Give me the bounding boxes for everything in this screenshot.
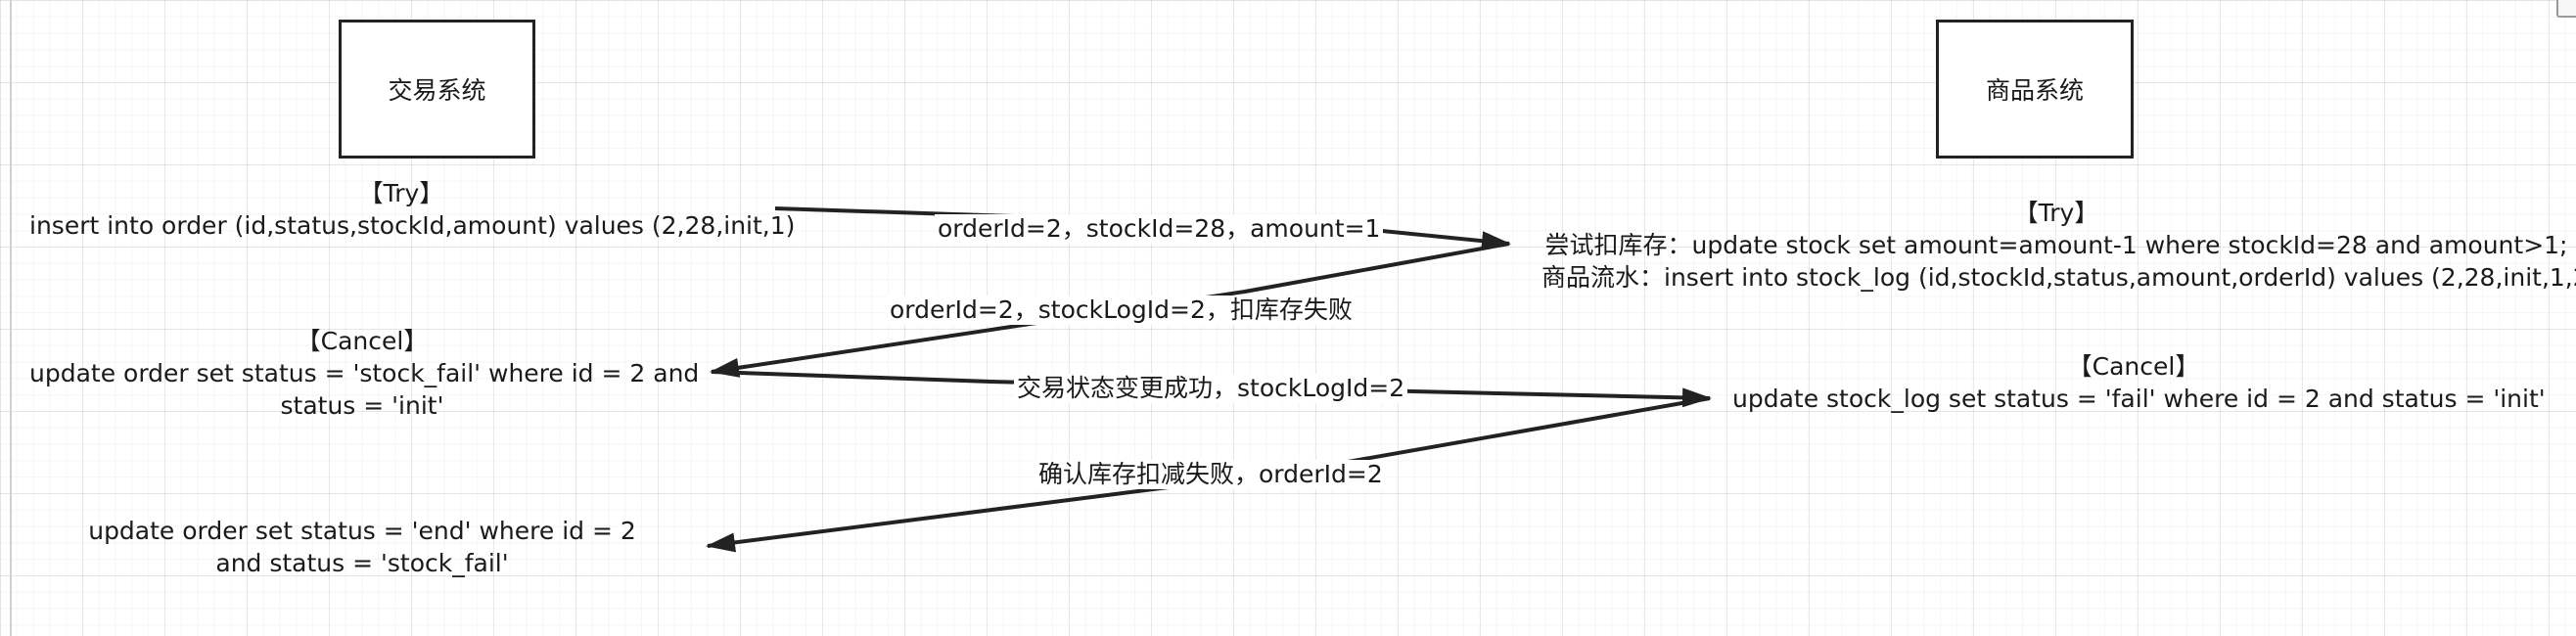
message-label-cancel-notify: 交易状态变更成功，stockLogId=2 bbox=[1014, 374, 1408, 403]
product-try-tag: 【Try】 bbox=[2013, 199, 2099, 227]
message-label-stock-fail: orderId=2，stockLogId=2，扣库存失败 bbox=[887, 295, 1356, 325]
product-try-stock-sql: 尝试扣库存：update stock set amount=amount-1 w… bbox=[1544, 231, 2568, 259]
trade-cancel-sql-2: status = 'init' bbox=[280, 391, 444, 420]
trade-end-sql-2: and status = 'stock_fail' bbox=[215, 549, 509, 577]
trade-try-sql: insert into order (id,status,stockId,amo… bbox=[29, 211, 796, 240]
product-try-block: 【Try】 尝试扣库存：update stock set amount=amou… bbox=[1541, 197, 2576, 294]
product-try-log-sql: 商品流水：insert into stock_log (id,stockId,s… bbox=[1541, 263, 2576, 292]
message-label-cancel-confirm: 确认库存扣减失败，orderId=2 bbox=[1035, 460, 1386, 489]
trade-cancel-block: 【Cancel】 update order set status = 'stoc… bbox=[29, 325, 700, 422]
trade-try-tag: 【Try】 bbox=[358, 179, 444, 207]
product-cancel-sql: update stock_log set status = 'fail' whe… bbox=[1732, 385, 2546, 413]
trade-cancel-sql-1: update order set status = 'stock_fail' w… bbox=[29, 359, 700, 387]
trade-end-block: update order set status = 'end' where id… bbox=[59, 515, 666, 579]
product-cancel-tag: 【Cancel】 bbox=[2067, 352, 2200, 381]
message-label-try-request: orderId=2，stockId=28，amount=1 bbox=[935, 214, 1384, 244]
trade-cancel-tag: 【Cancel】 bbox=[296, 327, 429, 355]
trade-try-block: 【Try】 insert into order (id,status,stock… bbox=[29, 177, 796, 242]
product-cancel-block: 【Cancel】 update stock_log set status = '… bbox=[1732, 350, 2546, 415]
trade-end-sql-1: update order set status = 'end' where id… bbox=[88, 517, 636, 545]
